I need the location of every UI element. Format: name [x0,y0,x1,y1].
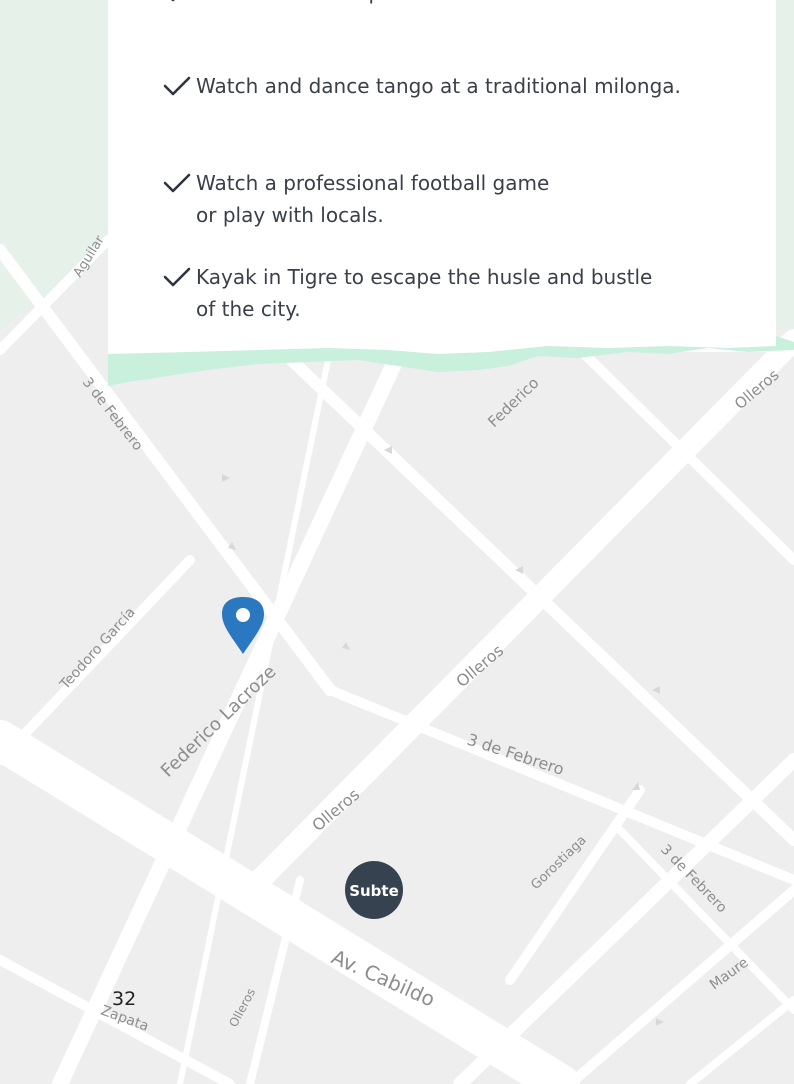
activity-text: Kayak in Tigre to escape the husle and b… [196,265,653,321]
checkmark-icon [163,76,191,96]
activity-text: See a street or a performance on Corrien… [196,0,718,8]
checkmark-icon [171,0,175,2]
subte-badge-label: Subte [349,882,399,900]
subte-station-badge[interactable]: Subte [345,861,403,919]
activity-text: Watch and dance tango at a traditional m… [196,74,681,98]
checkmark-icon [163,267,191,287]
checkmark-icon [163,173,191,193]
activity-text: Watch a professional football game or pl… [196,171,550,227]
page-number: 32 [112,988,137,1010]
list-item: Kayak in Tigre to escape the husle and b… [162,261,652,325]
list-item: Watch and dance tango at a traditional m… [162,70,681,102]
torn-paper-edge [108,336,794,386]
list-item: Watch a professional football game or pl… [162,167,549,231]
list-item: See a street or a performance on Corrien… [162,0,718,8]
